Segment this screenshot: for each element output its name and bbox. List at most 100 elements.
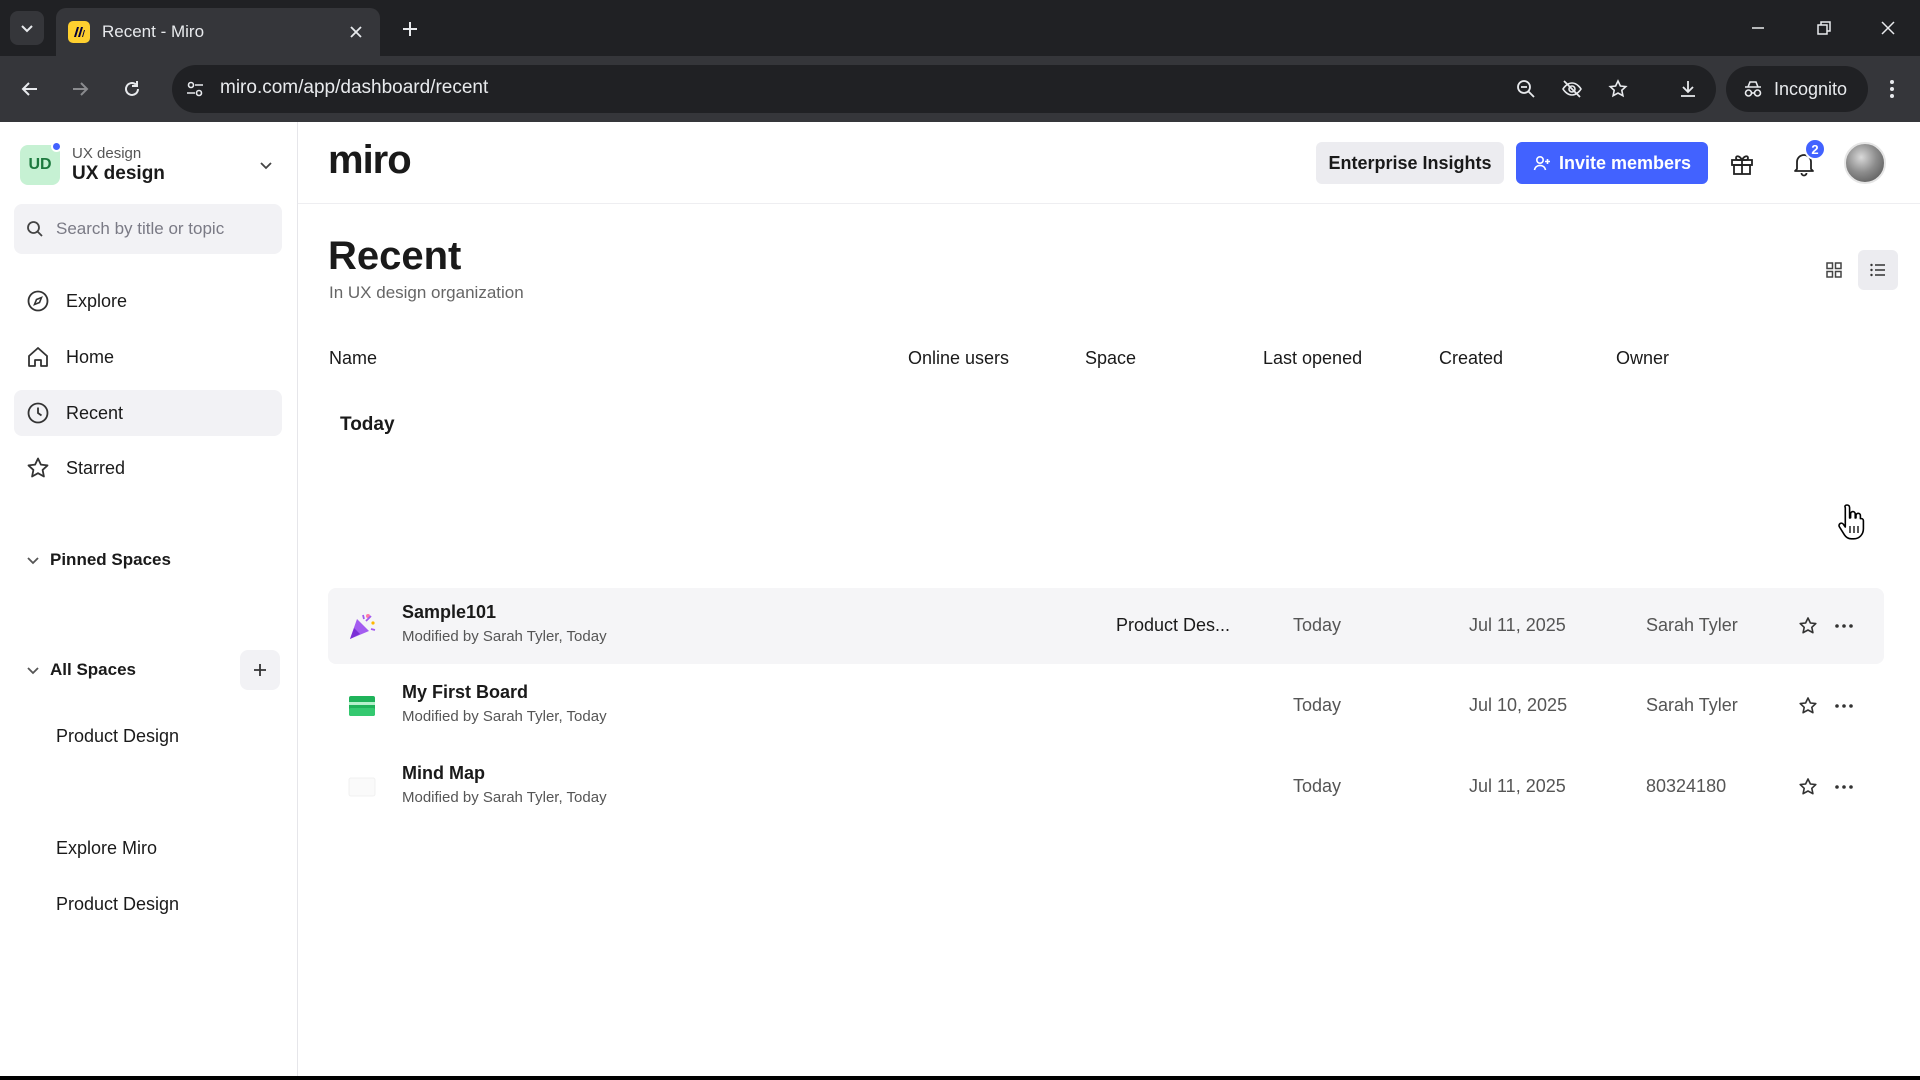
nav-recent[interactable]: Recent xyxy=(14,390,282,436)
enterprise-insights-button[interactable]: Enterprise Insights xyxy=(1316,142,1504,184)
nav-explore[interactable]: Explore xyxy=(14,278,282,324)
star-board-button[interactable] xyxy=(1792,610,1824,642)
nav-explore-label: Explore xyxy=(66,290,128,311)
tune-icon xyxy=(187,81,203,97)
add-space-button[interactable] xyxy=(240,650,280,690)
tracking-protection-button[interactable] xyxy=(1554,71,1590,107)
org-name: UX design xyxy=(72,163,165,184)
column-last-opened[interactable]: Last opened xyxy=(1263,348,1362,369)
miro-app: UD UX design UX design Explore Home Rece… xyxy=(0,122,1920,1076)
space-explore-miro[interactable]: Explore Miro xyxy=(56,838,157,859)
search-input[interactable] xyxy=(56,219,266,239)
nav-home[interactable]: Home xyxy=(14,334,282,380)
search-box[interactable] xyxy=(14,204,282,254)
hand-cursor-icon xyxy=(1838,504,1865,540)
new-tab-button[interactable] xyxy=(394,14,426,44)
chevron-down-icon xyxy=(260,162,272,170)
site-info-button[interactable] xyxy=(180,74,210,104)
eye-off-icon xyxy=(1562,80,1582,98)
bookmark-button[interactable] xyxy=(1600,71,1636,107)
zoom-icon xyxy=(1517,80,1535,98)
browser-tab[interactable]: Recent - Miro xyxy=(56,8,380,56)
column-space[interactable]: Space xyxy=(1085,348,1136,369)
minimize-icon xyxy=(1752,27,1764,29)
board-created: Jul 11, 2025 xyxy=(1469,615,1566,635)
column-online-users[interactable]: Online users xyxy=(908,348,1009,369)
star-outline-icon xyxy=(1608,79,1628,98)
star-outline-icon xyxy=(1799,697,1817,714)
board-owner: Sarah Tyler xyxy=(1646,615,1738,635)
board-last-opened: Today xyxy=(1293,615,1342,635)
tab-search-button[interactable] xyxy=(10,11,44,45)
board-name[interactable]: Mind Map xyxy=(402,763,485,784)
notification-count-badge: 2 xyxy=(1804,138,1826,160)
page-subtitle: In UX design organization xyxy=(329,283,524,302)
restore-icon xyxy=(1817,21,1831,35)
invite-members-button[interactable]: Invite members xyxy=(1516,142,1708,184)
restore-button[interactable] xyxy=(1804,10,1844,46)
board-more-button[interactable] xyxy=(1828,610,1860,642)
browser-menu-button[interactable] xyxy=(1874,71,1910,107)
forward-button[interactable] xyxy=(62,71,98,107)
pinned-spaces-toggle[interactable]: Pinned Spaces xyxy=(26,542,286,578)
table-row[interactable]: Mind Map Modified by Sarah Tyler, Today … xyxy=(328,749,1884,825)
nav-starred-label: Starred xyxy=(66,457,126,478)
miro-logo[interactable]: miro xyxy=(328,138,412,183)
back-button[interactable] xyxy=(12,71,48,107)
minimize-button[interactable] xyxy=(1738,10,1778,46)
board-created: Jul 10, 2025 xyxy=(1469,695,1568,715)
space-product-design[interactable]: Product Design xyxy=(56,894,179,915)
browser-tab-bar: Recent - Miro xyxy=(0,0,1920,56)
gift-button[interactable] xyxy=(1724,146,1760,182)
grid-view-button[interactable] xyxy=(1814,250,1854,290)
incognito-indicator[interactable]: Incognito xyxy=(1726,66,1868,112)
incognito-label: Incognito xyxy=(1774,78,1848,99)
table-row[interactable]: Sample101 Modified by Sarah Tyler, Today… xyxy=(328,588,1884,664)
close-icon xyxy=(1881,21,1895,35)
nav-recent-label: Recent xyxy=(66,402,124,423)
board-modified: Modified by Sarah Tyler, Today xyxy=(402,789,607,806)
url-text[interactable]: miro.com/app/dashboard/recent xyxy=(220,77,488,99)
list-view-button[interactable] xyxy=(1858,250,1898,290)
board-last-opened: Today xyxy=(1293,776,1342,796)
grid-icon xyxy=(1826,262,1842,278)
page-title: Recent xyxy=(328,234,462,278)
column-owner[interactable]: Owner xyxy=(1616,348,1669,369)
user-avatar[interactable] xyxy=(1844,142,1886,184)
tab-close-button[interactable] xyxy=(344,20,368,44)
more-vertical-icon xyxy=(1890,80,1894,98)
reload-button[interactable] xyxy=(114,71,150,107)
board-name[interactable]: My First Board xyxy=(402,682,528,703)
org-status-dot xyxy=(51,141,62,152)
nav-starred[interactable]: Starred xyxy=(14,445,282,491)
board-more-button[interactable] xyxy=(1828,690,1860,722)
arrow-right-icon xyxy=(73,82,89,96)
user-plus-icon xyxy=(1533,155,1550,171)
blank-board-icon xyxy=(344,769,380,805)
table-row[interactable]: My First Board Modified by Sarah Tyler, … xyxy=(328,668,1884,744)
list-icon xyxy=(1870,263,1885,277)
more-horizontal-icon xyxy=(1835,704,1853,708)
org-text: UX design UX design xyxy=(72,145,258,185)
org-sub: UX design xyxy=(72,145,142,162)
more-horizontal-icon xyxy=(1835,624,1853,628)
all-spaces-title: All Spaces xyxy=(50,660,136,679)
board-created: Jul 11, 2025 xyxy=(1469,776,1566,796)
close-window-button[interactable] xyxy=(1868,10,1908,46)
star-board-button[interactable] xyxy=(1792,690,1824,722)
column-name[interactable]: Name xyxy=(329,348,377,369)
board-more-button[interactable] xyxy=(1828,771,1860,803)
board-name[interactable]: Sample101 xyxy=(402,602,496,623)
downloads-button[interactable] xyxy=(1670,71,1706,107)
org-switcher[interactable]: UD UX design UX design xyxy=(20,138,274,192)
column-created[interactable]: Created xyxy=(1439,348,1503,369)
chevron-down-icon xyxy=(27,557,39,565)
board-owner: 80324180 xyxy=(1646,776,1727,796)
org-badge: UD xyxy=(20,141,62,185)
zoom-button[interactable] xyxy=(1508,71,1544,107)
plus-icon xyxy=(254,664,266,676)
star-board-button[interactable] xyxy=(1792,771,1824,803)
more-horizontal-icon xyxy=(1835,785,1853,789)
pinned-space-product-design[interactable]: Product Design xyxy=(56,726,179,747)
main-content: miro Enterprise Insights Invite members … xyxy=(298,122,1920,1076)
